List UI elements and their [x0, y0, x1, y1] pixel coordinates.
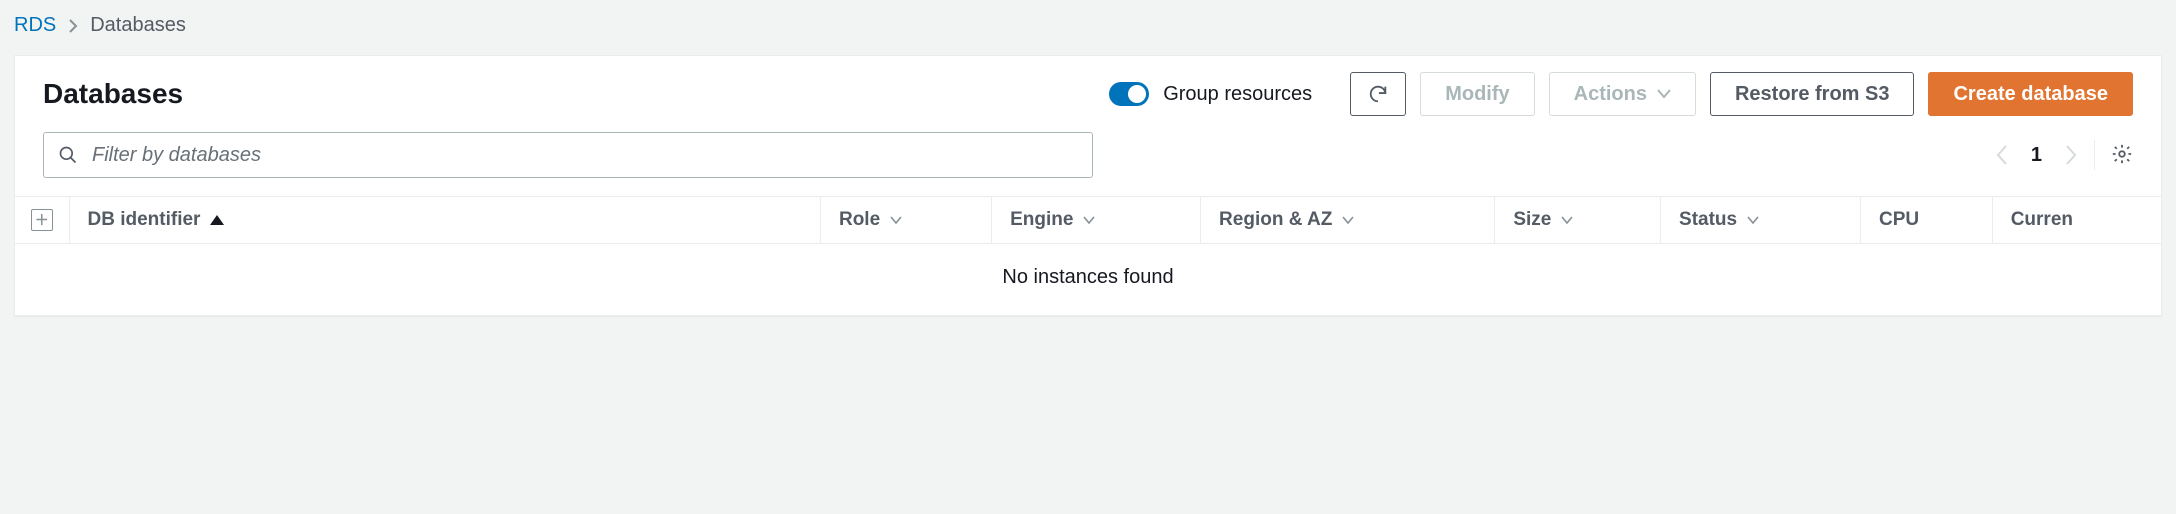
caret-down-icon [1657, 89, 1671, 99]
column-label: CPU [1879, 209, 1919, 231]
breadcrumb-current: Databases [90, 14, 186, 37]
refresh-button[interactable] [1350, 72, 1406, 116]
sort-icon [1561, 216, 1573, 225]
databases-table: ＋ DB identifier Role [15, 196, 2161, 244]
filter-input[interactable] [90, 143, 1078, 168]
sort-icon [1342, 216, 1354, 225]
panel-header: Databases Group resources Modify Actions [15, 56, 2161, 132]
tools-row: 1 [15, 132, 2161, 196]
actions-label: Actions [1574, 83, 1647, 106]
header-actions: Modify Actions Restore from S3 Create da… [1350, 72, 2133, 116]
search-icon [58, 145, 78, 165]
column-label: Size [1513, 209, 1551, 231]
modify-label: Modify [1445, 83, 1509, 106]
databases-panel: Databases Group resources Modify Actions [14, 55, 2162, 316]
pager-prev-button [1995, 144, 2009, 166]
pager-page-number: 1 [2025, 144, 2048, 167]
sort-asc-icon [210, 215, 224, 225]
expand-all-icon[interactable]: ＋ [31, 209, 53, 231]
sort-icon [890, 216, 902, 225]
refresh-icon [1367, 83, 1389, 105]
restore-label: Restore from S3 [1735, 83, 1890, 106]
filter-box[interactable] [43, 132, 1093, 178]
column-expand[interactable]: ＋ [15, 197, 69, 244]
table-wrap: ＋ DB identifier Role [15, 196, 2161, 315]
pager-divider [2094, 140, 2095, 170]
column-label: Engine [1010, 209, 1073, 231]
column-cpu[interactable]: CPU [1860, 197, 1992, 244]
breadcrumb: RDS Databases [0, 10, 2176, 55]
toggle-label: Group resources [1163, 83, 1312, 106]
toggle-switch-icon[interactable] [1109, 82, 1149, 106]
modify-button: Modify [1420, 72, 1534, 116]
chevron-right-icon [68, 18, 78, 34]
column-size[interactable]: Size [1495, 197, 1661, 244]
column-label: Status [1679, 209, 1737, 231]
page-title: Databases [43, 78, 1091, 110]
column-current[interactable]: Curren [1992, 197, 2161, 244]
restore-from-s3-button[interactable]: Restore from S3 [1710, 72, 1915, 116]
column-db-identifier[interactable]: DB identifier [69, 197, 820, 244]
group-resources-toggle[interactable]: Group resources [1109, 82, 1312, 106]
sort-icon [1083, 216, 1095, 225]
create-label: Create database [1953, 83, 2108, 106]
breadcrumb-root-link[interactable]: RDS [14, 14, 56, 37]
pager-next-button [2064, 144, 2078, 166]
empty-state: No instances found [15, 244, 2161, 315]
gear-icon [2111, 143, 2133, 168]
actions-dropdown-button: Actions [1549, 72, 1696, 116]
column-label: Region & AZ [1219, 209, 1332, 231]
settings-button[interactable] [2111, 143, 2133, 168]
column-label: Role [839, 209, 880, 231]
column-role[interactable]: Role [820, 197, 991, 244]
column-engine[interactable]: Engine [992, 197, 1201, 244]
column-label: DB identifier [88, 209, 201, 231]
column-status[interactable]: Status [1661, 197, 1861, 244]
pager: 1 [1995, 140, 2133, 170]
column-region-az[interactable]: Region & AZ [1201, 197, 1495, 244]
column-label: Curren [2011, 209, 2073, 231]
create-database-button[interactable]: Create database [1928, 72, 2133, 116]
sort-icon [1747, 216, 1759, 225]
